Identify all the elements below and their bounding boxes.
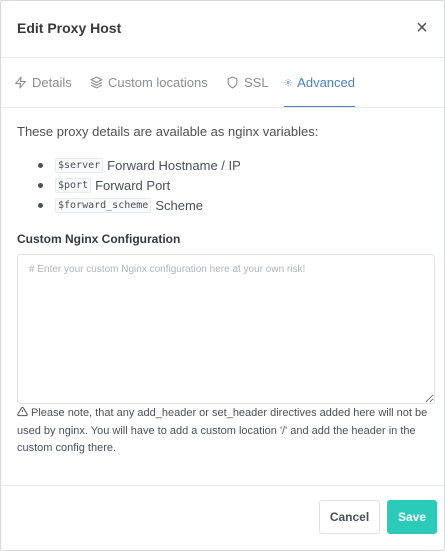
list-item: $server Forward Hostname / IP: [17, 155, 241, 175]
zap-icon: [15, 76, 26, 88]
layers-icon: [90, 76, 103, 88]
tab-advanced[interactable]: Advanced: [284, 58, 355, 107]
tab-custom-locations-label: Custom locations: [108, 74, 208, 90]
modal-title: Edit Proxy Host: [17, 20, 122, 36]
tab-ssl[interactable]: SSL: [226, 58, 269, 106]
tab-details[interactable]: Details: [14, 58, 72, 106]
variable-desc: Scheme: [155, 197, 204, 213]
save-button[interactable]: Save: [387, 500, 437, 534]
custom-nginx-config-textarea[interactable]: [17, 254, 435, 404]
settings-icon: [284, 78, 292, 86]
header-warning: Please note, that any add_header or set_…: [17, 405, 437, 458]
advanced-content: These proxy details are available as ngi…: [17, 124, 429, 213]
tab-ssl-label: SSL: [244, 74, 269, 90]
tab-advanced-label: Advanced: [297, 74, 355, 90]
variable-code: $forward_scheme: [55, 197, 152, 213]
list-item: $forward_scheme Scheme: [17, 195, 241, 215]
tab-custom-locations[interactable]: Custom locations: [90, 58, 208, 106]
modal-footer: Cancel Save: [1, 485, 444, 551]
variable-desc: Forward Hostname / IP: [107, 157, 241, 173]
variable-desc: Forward Port: [95, 177, 171, 193]
close-icon[interactable]: ×: [412, 16, 432, 40]
shield-icon: [227, 76, 238, 88]
tab-details-label: Details: [32, 74, 72, 90]
modal-header: Edit Proxy Host ×: [1, 1, 444, 58]
config-label: Custom Nginx Configuration: [17, 232, 181, 246]
variables-intro: These proxy details are available as ngi…: [17, 124, 319, 139]
warning-text: Please note, that any add_header or set_…: [17, 407, 428, 454]
edit-proxy-host-modal: Edit Proxy Host × Details Custom locatio…: [0, 0, 445, 551]
modal-tabs: Details Custom locations SSL Advanced: [1, 58, 444, 108]
list-item: $port Forward Port: [17, 175, 241, 195]
variable-code: $server: [55, 157, 104, 173]
warning-icon: [17, 406, 28, 417]
variables-list: $server Forward Hostname / IP $port Forw…: [17, 155, 241, 215]
variable-code: $port: [55, 177, 92, 193]
cancel-button[interactable]: Cancel: [319, 500, 380, 534]
